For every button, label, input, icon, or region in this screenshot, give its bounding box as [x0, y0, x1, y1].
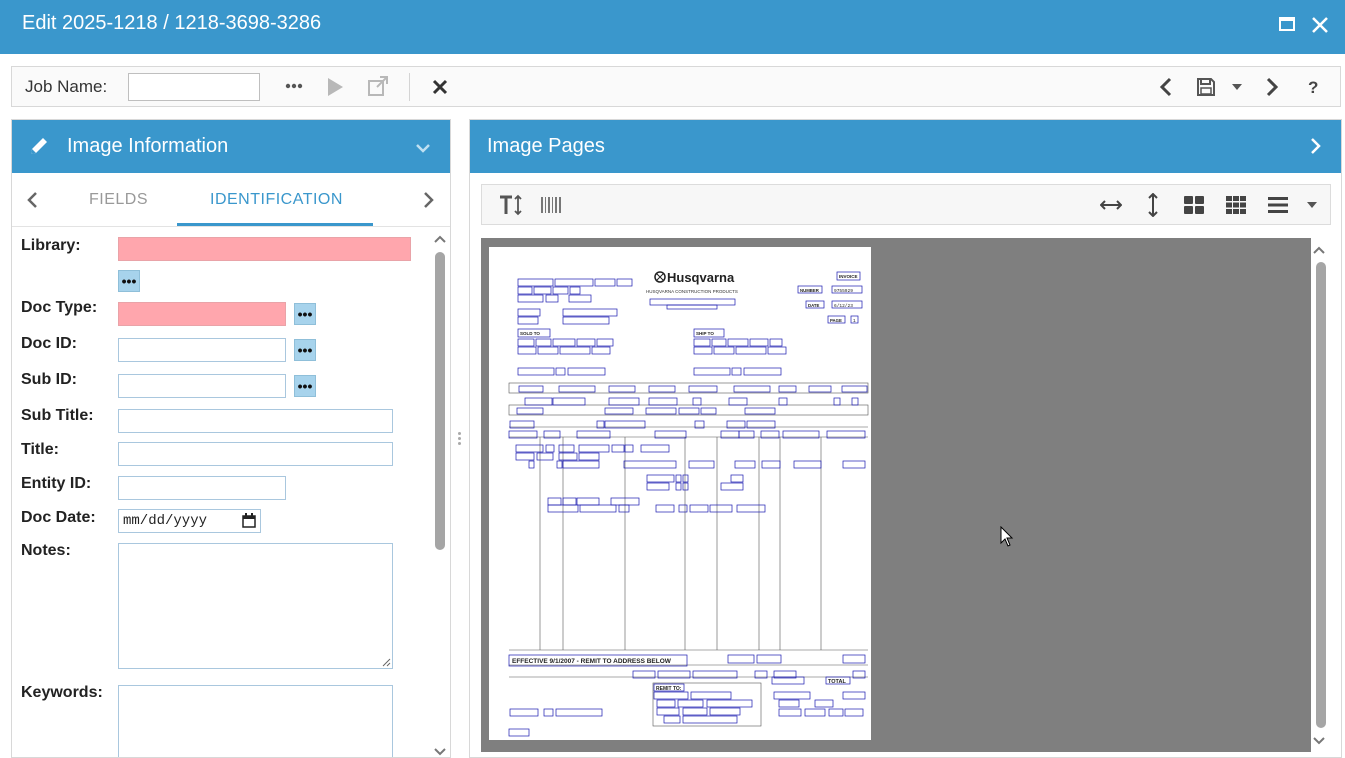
library-field[interactable]	[118, 237, 411, 261]
doc-date-label: Doc Date:	[21, 509, 96, 526]
doc-type-label: Doc Type:	[21, 299, 98, 316]
doc-type-field[interactable]	[118, 302, 286, 326]
resize-handle-icon[interactable]	[382, 658, 391, 667]
window-titlebar: Edit 2025-1218 / 1218-3698-3286	[0, 0, 1345, 54]
doc-type-more-button[interactable]: •••	[294, 303, 316, 325]
notes-textarea[interactable]	[118, 543, 393, 669]
info-tabs: FIELDS IDENTIFICATION	[12, 173, 450, 227]
external-link-icon[interactable]	[365, 73, 391, 99]
notes-label: Notes:	[21, 542, 71, 559]
date-label: DATE	[808, 303, 820, 308]
title-field[interactable]	[118, 442, 393, 466]
scroll-down-icon[interactable]	[434, 748, 446, 757]
page-value: 1	[853, 318, 856, 324]
sold-to-label: SOLD TO	[520, 331, 540, 336]
viewer-scroll-up-icon[interactable]	[1313, 246, 1325, 256]
image-pages-panel: Image Pages Husqvarna HUSQVARNA CONSTRUC…	[469, 119, 1342, 758]
doc-id-more-button[interactable]: •••	[294, 339, 316, 361]
library-label: Library:	[21, 237, 81, 254]
viewer-scroll-down-icon[interactable]	[1313, 737, 1325, 747]
image-information-panel: Image Information FIELDS IDENTIFICATION …	[11, 119, 451, 758]
clear-icon[interactable]	[428, 75, 452, 99]
doc-id-field[interactable]	[118, 338, 286, 362]
keywords-textarea[interactable]	[118, 685, 393, 757]
doc-date-placeholder: mm/dd/yyyy	[123, 513, 208, 529]
next-icon[interactable]	[1260, 73, 1284, 101]
number-label: NUMBER	[800, 288, 820, 293]
image-pages-header[interactable]: Image Pages	[470, 120, 1341, 173]
svg-text:?: ?	[1308, 78, 1318, 96]
help-icon[interactable]: ?	[1302, 75, 1326, 99]
active-tab-indicator	[177, 223, 373, 226]
tab-identification[interactable]: IDENTIFICATION	[210, 191, 343, 209]
text-size-icon[interactable]	[497, 191, 525, 219]
number-value: 9755929	[834, 288, 853, 294]
ship-to-label: SHIP TO	[696, 331, 714, 336]
panel-splitter-handle[interactable]	[456, 430, 462, 450]
job-name-input[interactable]	[128, 73, 260, 101]
grid-large-icon[interactable]	[1182, 193, 1206, 217]
brand-sub-text: HUSQVARNA CONSTRUCTION PRODUCTS	[646, 289, 738, 294]
doc-date-field[interactable]: mm/dd/yyyy	[118, 509, 261, 533]
toolbar-separator	[409, 73, 410, 101]
entity-id-field[interactable]	[118, 476, 286, 500]
fit-height-icon[interactable]	[1141, 191, 1165, 219]
tab-prev-icon[interactable]	[26, 191, 38, 214]
fit-width-icon[interactable]	[1098, 193, 1124, 217]
husqvarna-logo-icon	[654, 271, 666, 283]
save-icon[interactable]	[1193, 73, 1219, 101]
scroll-up-icon[interactable]	[434, 235, 446, 245]
keywords-label: Keywords:	[21, 684, 103, 701]
title-label: Title:	[21, 441, 59, 458]
main-toolbar: Job Name: ?	[11, 66, 1341, 107]
invoice-scan: Husqvarna HUSQVARNA CONSTRUCTION PRODUCT…	[508, 270, 869, 737]
remit-to-label: REMIT TO:	[656, 686, 682, 692]
image-information-header[interactable]: Image Information	[12, 120, 450, 173]
sub-id-field[interactable]	[118, 374, 286, 398]
document-viewer[interactable]: Husqvarna HUSQVARNA CONSTRUCTION PRODUCT…	[481, 238, 1311, 752]
date-value: 6/12/23	[834, 303, 853, 309]
sub-id-label: Sub ID:	[21, 371, 77, 388]
list-icon[interactable]	[1266, 193, 1290, 217]
grid-small-icon[interactable]	[1224, 193, 1248, 217]
brand-text: Husqvarna	[667, 270, 735, 285]
page-label: PAGE	[830, 318, 842, 323]
viewer-scrollbar-thumb[interactable]	[1316, 262, 1326, 728]
window-title: Edit 2025-1218 / 1218-3698-3286	[22, 12, 322, 34]
mouse-cursor-icon	[1000, 525, 1014, 553]
pencil-icon	[28, 135, 50, 162]
document-page[interactable]: Husqvarna HUSQVARNA CONSTRUCTION PRODUCT…	[489, 247, 871, 740]
expand-chevron-icon[interactable]	[1310, 137, 1322, 160]
form-scrollbar-thumb[interactable]	[435, 252, 445, 550]
sub-title-field[interactable]	[118, 409, 393, 433]
doc-id-label: Doc ID:	[21, 335, 77, 352]
close-icon[interactable]	[1309, 14, 1333, 38]
tab-next-icon[interactable]	[423, 191, 435, 214]
total-label: TOTAL	[828, 679, 846, 685]
more-icon[interactable]	[282, 75, 306, 97]
job-name-label: Job Name:	[25, 77, 108, 96]
previous-icon[interactable]	[1154, 73, 1178, 101]
image-pages-title: Image Pages	[487, 135, 605, 157]
sub-id-more-button[interactable]: •••	[294, 375, 316, 397]
view-dropdown-icon[interactable]	[1304, 197, 1320, 213]
library-more-button[interactable]: •••	[118, 270, 140, 292]
panel-title: Image Information	[67, 135, 229, 157]
invoice-label: INVOICE	[839, 274, 858, 279]
image-toolbar	[481, 184, 1331, 225]
remit-text: EFFECTIVE 9/1/2007 - REMIT TO ADDRESS BE…	[512, 658, 672, 665]
sub-title-label: Sub Title:	[21, 407, 94, 424]
tab-fields[interactable]: FIELDS	[89, 191, 148, 209]
save-dropdown-icon[interactable]	[1227, 77, 1247, 97]
maximize-icon[interactable]	[1277, 14, 1301, 38]
play-icon[interactable]	[323, 75, 347, 99]
barcode-icon[interactable]	[539, 193, 563, 217]
entity-id-label: Entity ID:	[21, 475, 92, 492]
collapse-chevron-icon[interactable]	[415, 140, 431, 158]
calendar-icon[interactable]	[242, 513, 256, 533]
